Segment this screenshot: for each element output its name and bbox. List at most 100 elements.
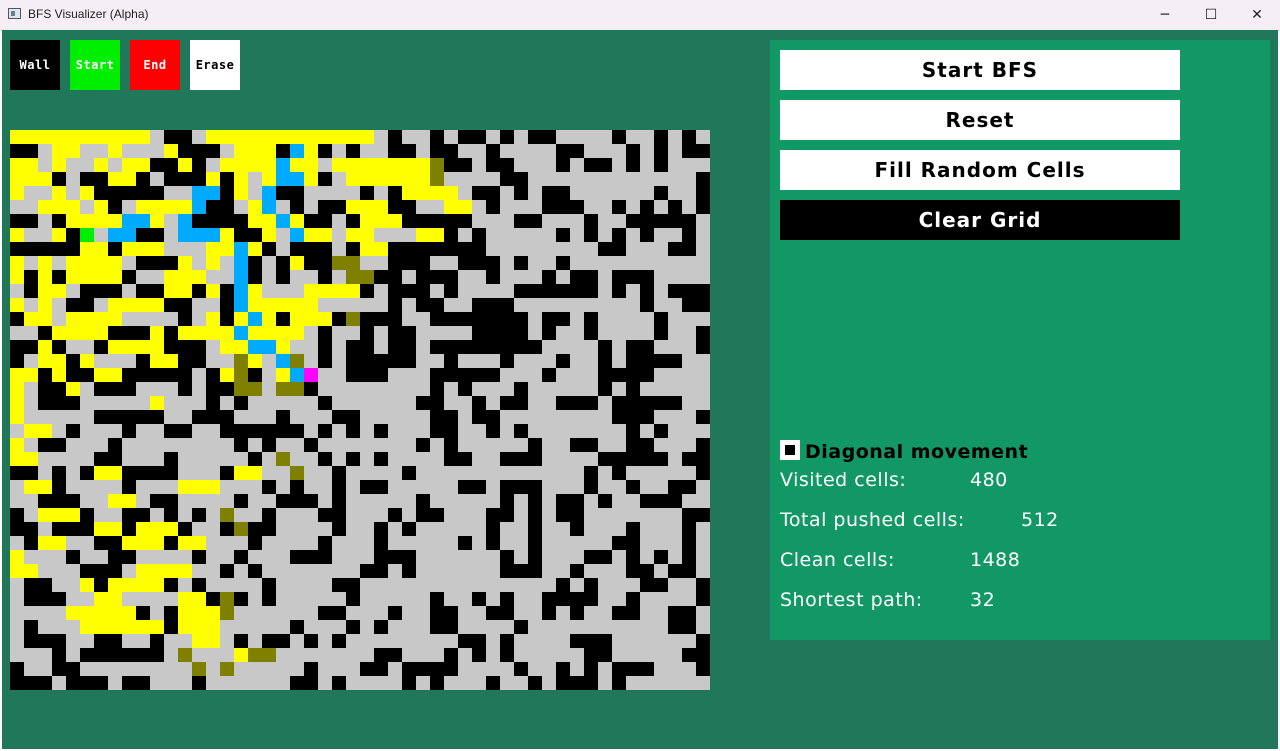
path-cell[interactable]: [234, 256, 249, 271]
clean-cell[interactable]: [122, 452, 137, 467]
end-cell[interactable]: [304, 368, 319, 383]
clean-cell[interactable]: [388, 620, 403, 635]
wall-cell[interactable]: [570, 606, 585, 621]
wall-cell[interactable]: [346, 242, 361, 257]
clean-cell[interactable]: [80, 452, 95, 467]
visited-cell[interactable]: [10, 438, 25, 453]
wall-cell[interactable]: [528, 676, 543, 690]
clean-cell[interactable]: [388, 634, 403, 649]
wall-cell[interactable]: [668, 620, 683, 635]
wall-cell[interactable]: [94, 186, 109, 201]
wall-cell[interactable]: [66, 298, 81, 313]
clean-cell[interactable]: [542, 480, 557, 495]
wall-cell[interactable]: [584, 592, 599, 607]
clean-cell[interactable]: [500, 382, 515, 397]
visited-cell[interactable]: [38, 424, 53, 439]
wall-cell[interactable]: [626, 214, 641, 229]
wall-cell[interactable]: [668, 214, 683, 229]
wall-cell[interactable]: [626, 536, 641, 551]
wall-cell[interactable]: [52, 634, 67, 649]
wall-cell[interactable]: [136, 606, 151, 621]
wall-cell[interactable]: [24, 578, 39, 593]
clean-cell[interactable]: [276, 480, 291, 495]
clean-cell[interactable]: [668, 326, 683, 341]
wall-cell[interactable]: [80, 284, 95, 299]
wall-cell[interactable]: [458, 536, 473, 551]
wall-cell[interactable]: [94, 340, 109, 355]
clean-cell[interactable]: [374, 186, 389, 201]
wall-cell[interactable]: [416, 438, 431, 453]
wall-cell[interactable]: [318, 536, 333, 551]
clean-cell[interactable]: [388, 578, 403, 593]
wall-cell[interactable]: [416, 270, 431, 285]
visited-cell[interactable]: [52, 144, 67, 159]
clean-cell[interactable]: [514, 228, 529, 243]
clean-cell[interactable]: [486, 452, 501, 467]
wall-cell[interactable]: [416, 396, 431, 411]
clean-cell[interactable]: [444, 550, 459, 565]
visited-cell[interactable]: [248, 466, 263, 481]
clean-cell[interactable]: [542, 144, 557, 159]
clean-cell[interactable]: [332, 662, 347, 677]
visited-cell[interactable]: [80, 270, 95, 285]
wall-cell[interactable]: [360, 662, 375, 677]
visited-cell[interactable]: [136, 242, 151, 257]
clean-cell[interactable]: [472, 676, 487, 690]
clean-cell[interactable]: [486, 550, 501, 565]
frontier-cell[interactable]: [276, 452, 291, 467]
wall-cell[interactable]: [430, 606, 445, 621]
clean-cell[interactable]: [388, 368, 403, 383]
clean-cell[interactable]: [542, 242, 557, 257]
wall-cell[interactable]: [444, 620, 459, 635]
clean-cell[interactable]: [374, 592, 389, 607]
clean-cell[interactable]: [640, 424, 655, 439]
clean-cell[interactable]: [668, 144, 683, 159]
clean-cell[interactable]: [374, 410, 389, 425]
wall-cell[interactable]: [150, 410, 165, 425]
visited-cell[interactable]: [178, 564, 193, 579]
clean-cell[interactable]: [458, 326, 473, 341]
clean-cell[interactable]: [584, 256, 599, 271]
clean-cell[interactable]: [500, 424, 515, 439]
wall-cell[interactable]: [472, 298, 487, 313]
clean-cell[interactable]: [556, 522, 571, 537]
wall-cell[interactable]: [388, 606, 403, 621]
wall-cell[interactable]: [458, 634, 473, 649]
wall-cell[interactable]: [402, 326, 417, 341]
wall-cell[interactable]: [164, 536, 179, 551]
clean-cell[interactable]: [500, 676, 515, 690]
clean-cell[interactable]: [80, 410, 95, 425]
clean-cell[interactable]: [290, 564, 305, 579]
visited-cell[interactable]: [94, 522, 109, 537]
clean-cell[interactable]: [192, 452, 207, 467]
visited-cell[interactable]: [108, 522, 123, 537]
visited-cell[interactable]: [66, 270, 81, 285]
clean-cell[interactable]: [668, 340, 683, 355]
wall-cell[interactable]: [444, 648, 459, 663]
clean-cell[interactable]: [122, 284, 137, 299]
wall-cell[interactable]: [122, 186, 137, 201]
clean-cell[interactable]: [570, 312, 585, 327]
visited-cell[interactable]: [234, 648, 249, 663]
clean-cell[interactable]: [360, 144, 375, 159]
wall-cell[interactable]: [402, 564, 417, 579]
wall-cell[interactable]: [374, 368, 389, 383]
wall-cell[interactable]: [486, 144, 501, 159]
clean-cell[interactable]: [696, 522, 710, 537]
visited-cell[interactable]: [402, 172, 417, 187]
visited-cell[interactable]: [122, 242, 137, 257]
clean-cell[interactable]: [24, 550, 39, 565]
wall-cell[interactable]: [542, 326, 557, 341]
clean-cell[interactable]: [80, 340, 95, 355]
clean-cell[interactable]: [52, 452, 67, 467]
clean-cell[interactable]: [486, 494, 501, 509]
clean-cell[interactable]: [276, 228, 291, 243]
clean-cell[interactable]: [234, 606, 249, 621]
clean-cell[interactable]: [472, 620, 487, 635]
wall-cell[interactable]: [584, 550, 599, 565]
wall-cell[interactable]: [220, 410, 235, 425]
wall-cell[interactable]: [500, 606, 515, 621]
wall-cell[interactable]: [24, 270, 39, 285]
clean-cell[interactable]: [24, 200, 39, 215]
clean-cell[interactable]: [10, 284, 25, 299]
